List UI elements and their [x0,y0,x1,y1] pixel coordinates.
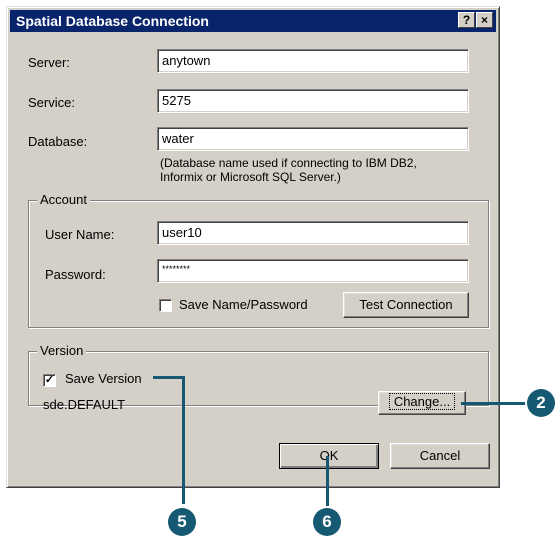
save-version-label: Save Version [65,371,142,386]
help-icon: ? [462,13,471,27]
server-label: Server: [28,55,70,70]
check-mark-icon: ✓ [44,374,55,386]
change-version-button[interactable]: Change... [378,391,466,415]
callout-2-badge: 2 [527,389,555,417]
change-version-button-label: Change... [388,393,456,410]
title-bar[interactable]: Spatial Database Connection ? × [10,10,496,32]
database-note: (Database name used if connecting to IBM… [160,156,417,184]
username-label: User Name: [45,227,115,242]
test-connection-button[interactable]: Test Connection [343,292,469,318]
password-field[interactable]: ******** [157,259,469,283]
callout-6-badge: 6 [313,508,341,536]
spatial-database-connection-dialog: Spatial Database Connection ? × Server: … [6,6,500,488]
callout-5-leader-horizontal [153,376,185,379]
callout-5-leader-vertical [182,376,185,504]
database-note-line2: Informix or Microsoft SQL Server.) [160,170,341,184]
username-field[interactable]: user10 [157,221,469,245]
server-field[interactable]: anytown [157,49,469,73]
save-name-password-checkbox[interactable] [159,299,172,312]
current-version-text: sde.DEFAULT [43,397,126,412]
account-group-legend: Account [37,192,90,207]
account-group: Account User Name: user10 Password: ****… [28,192,489,328]
version-group-legend: Version [37,343,87,358]
help-button[interactable]: ? [458,12,475,28]
dialog-title: Spatial Database Connection [16,13,209,29]
close-button[interactable]: × [476,12,493,28]
password-label: Password: [45,267,106,282]
database-field[interactable]: water [157,127,469,151]
ok-button[interactable]: OK [279,443,379,469]
save-version-checkbox[interactable]: ✓ [43,374,56,387]
test-connection-button-label: Test Connection [359,297,453,312]
close-icon: × [480,13,488,27]
save-name-password-label: Save Name/Password [179,297,308,312]
database-label: Database: [28,134,88,149]
service-label: Service: [28,95,75,110]
service-field[interactable]: 5275 [157,89,469,113]
cancel-button-label: Cancel [419,448,461,463]
callout-2-leader [461,402,531,405]
cancel-button[interactable]: Cancel [390,443,490,469]
callout-5-badge: 5 [168,508,196,536]
callout-6-leader [326,456,329,506]
database-note-line1: (Database name used if connecting to IBM… [160,156,417,170]
